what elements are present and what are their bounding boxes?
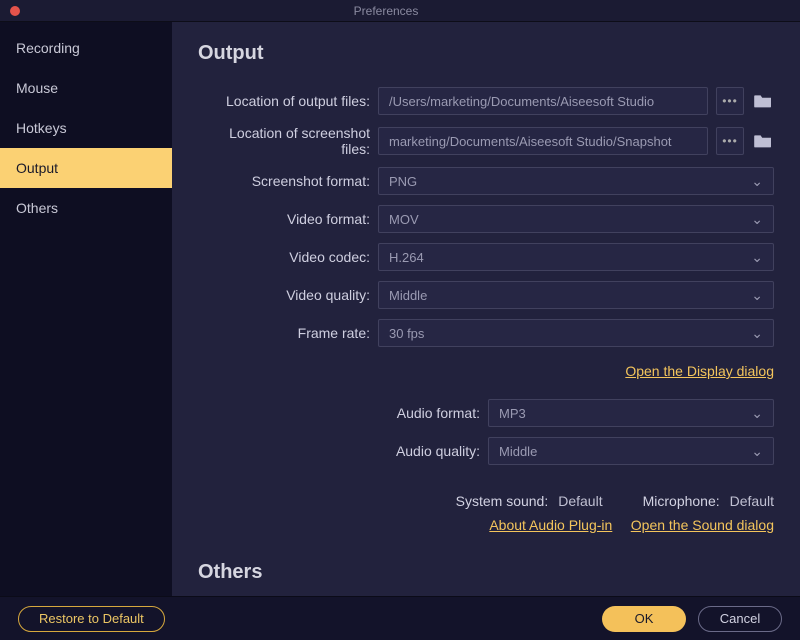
select-video-format[interactable]: MOV⌄ bbox=[378, 205, 774, 233]
label-audio-format: Audio format: bbox=[198, 405, 488, 421]
browse-screenshot-files-button[interactable]: ••• bbox=[716, 127, 744, 155]
path-output-files[interactable]: /Users/marketing/Documents/Aiseesoft Stu… bbox=[378, 87, 708, 115]
row-video-codec: Video codec: H.264⌄ bbox=[198, 243, 774, 271]
row-screenshot-format: Screenshot format: PNG⌄ bbox=[198, 167, 774, 195]
label-frame-rate: Frame rate: bbox=[198, 325, 378, 341]
cancel-button[interactable]: Cancel bbox=[698, 606, 782, 632]
label-video-codec: Video codec: bbox=[198, 249, 378, 265]
label-microphone: Microphone: bbox=[643, 493, 720, 509]
window-title: Preferences bbox=[0, 4, 800, 18]
row-video-format: Video format: MOV⌄ bbox=[198, 205, 774, 233]
select-screenshot-format[interactable]: PNG⌄ bbox=[378, 167, 774, 195]
microphone-pair: Microphone: Default bbox=[643, 493, 774, 509]
restore-default-button[interactable]: Restore to Default bbox=[18, 606, 165, 632]
audio-links-row: About Audio Plug-in Open the Sound dialo… bbox=[198, 517, 774, 535]
open-output-folder-icon[interactable] bbox=[752, 92, 774, 110]
value-microphone: Default bbox=[730, 493, 774, 509]
about-audio-plugin-link[interactable]: About Audio Plug-in bbox=[489, 517, 612, 533]
row-frame-rate: Frame rate: 30 fps⌄ bbox=[198, 319, 774, 347]
select-frame-rate[interactable]: 30 fps⌄ bbox=[378, 319, 774, 347]
row-audio-format: Audio format: MP3⌄ bbox=[198, 399, 774, 427]
chevron-down-icon: ⌄ bbox=[751, 249, 763, 266]
chevron-down-icon: ⌄ bbox=[751, 211, 763, 228]
content-pane: Output Location of output files: /Users/… bbox=[172, 22, 800, 596]
audio-device-row: System sound: Default Microphone: Defaul… bbox=[198, 493, 774, 509]
label-screenshot-format: Screenshot format: bbox=[198, 173, 378, 189]
label-screenshot-files: Location of screenshot files: bbox=[198, 125, 378, 157]
select-audio-quality[interactable]: Middle⌄ bbox=[488, 437, 774, 465]
footer: Restore to Default OK Cancel bbox=[0, 596, 800, 640]
open-display-dialog-link[interactable]: Open the Display dialog bbox=[625, 363, 774, 379]
select-video-codec[interactable]: H.264⌄ bbox=[378, 243, 774, 271]
row-audio-quality: Audio quality: Middle⌄ bbox=[198, 437, 774, 465]
sidebar-item-recording[interactable]: Recording bbox=[0, 28, 172, 68]
section-title-others: Others bbox=[198, 561, 774, 584]
label-video-quality: Video quality: bbox=[198, 287, 378, 303]
sidebar-item-others[interactable]: Others bbox=[0, 188, 172, 228]
chevron-down-icon: ⌄ bbox=[751, 287, 763, 304]
main-area: Recording Mouse Hotkeys Output Others Ou… bbox=[0, 22, 800, 596]
ok-button[interactable]: OK bbox=[602, 606, 686, 632]
select-audio-format[interactable]: MP3⌄ bbox=[488, 399, 774, 427]
open-screenshot-folder-icon[interactable] bbox=[752, 132, 774, 150]
chevron-down-icon: ⌄ bbox=[751, 443, 763, 460]
title-bar: Preferences bbox=[0, 0, 800, 22]
chevron-down-icon: ⌄ bbox=[751, 405, 763, 422]
open-sound-dialog-link[interactable]: Open the Sound dialog bbox=[631, 517, 774, 533]
display-link-row: Open the Display dialog bbox=[198, 363, 774, 381]
browse-output-files-button[interactable]: ••• bbox=[716, 87, 744, 115]
label-system-sound: System sound: bbox=[456, 493, 549, 509]
system-sound-pair: System sound: Default bbox=[456, 493, 603, 509]
sidebar-item-hotkeys[interactable]: Hotkeys bbox=[0, 108, 172, 148]
row-screenshot-files: Location of screenshot files: marketing/… bbox=[198, 125, 774, 157]
section-title-output: Output bbox=[198, 42, 774, 65]
row-video-quality: Video quality: Middle⌄ bbox=[198, 281, 774, 309]
label-video-format: Video format: bbox=[198, 211, 378, 227]
label-audio-quality: Audio quality: bbox=[198, 443, 488, 459]
sidebar-item-mouse[interactable]: Mouse bbox=[0, 68, 172, 108]
chevron-down-icon: ⌄ bbox=[751, 325, 763, 342]
select-video-quality[interactable]: Middle⌄ bbox=[378, 281, 774, 309]
others-section: Others ✓ Automatically check for updates bbox=[198, 561, 774, 596]
row-output-files: Location of output files: /Users/marketi… bbox=[198, 87, 774, 115]
value-system-sound: Default bbox=[558, 493, 602, 509]
sidebar-item-output[interactable]: Output bbox=[0, 148, 172, 188]
sidebar: Recording Mouse Hotkeys Output Others bbox=[0, 22, 172, 596]
chevron-down-icon: ⌄ bbox=[751, 173, 763, 190]
path-screenshot-files[interactable]: marketing/Documents/Aiseesoft Studio/Sna… bbox=[378, 127, 708, 155]
label-output-files: Location of output files: bbox=[198, 93, 378, 109]
